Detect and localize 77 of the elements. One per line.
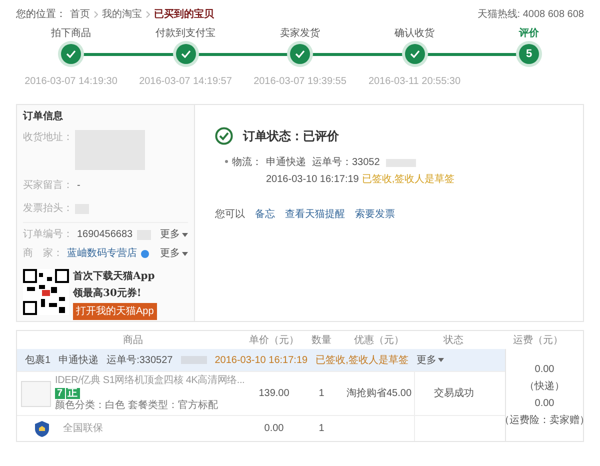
- status-cell: 交易成功: [414, 372, 493, 415]
- caret-icon: [182, 252, 188, 256]
- column-header: 状态: [442, 334, 464, 348]
- quantity-cell-text: 1: [318, 387, 326, 401]
- step-time: 2016-03-11 20:55:30: [368, 75, 461, 89]
- open-app-button[interactable]: 打开我的天猫App: [73, 303, 157, 320]
- field-label: 发票抬头：: [23, 202, 73, 216]
- logistics-time: 2016-03-10 16:17:19: [266, 173, 359, 187]
- redacted-block: [180, 356, 207, 364]
- step-time: 2016-03-07 14:19:30: [24, 75, 118, 89]
- chevron-icon: [146, 10, 150, 18]
- signed-text: 已签收,签收人是草签: [316, 354, 408, 368]
- chevron-icon: [94, 10, 98, 18]
- shield-icon: [35, 420, 49, 436]
- more-link[interactable]: 更多: [160, 246, 188, 261]
- step-label: 确认收货: [394, 27, 434, 40]
- redacted-block: [386, 158, 416, 166]
- step-time: 2016-03-07 14:19:57: [139, 75, 232, 89]
- action-link[interactable]: 查看天猫提醒: [285, 207, 345, 222]
- hotline-text: 天猫热线: 4008 608 608: [477, 8, 584, 22]
- column-header: 优惠（元）: [353, 334, 405, 348]
- breadcrumb-link[interactable]: 首页: [70, 6, 90, 22]
- service-name: 全国联保: [63, 422, 103, 436]
- more-link[interactable]: 更多: [416, 352, 444, 368]
- column-header: 数量: [310, 334, 332, 348]
- step-label: 评价: [519, 26, 539, 40]
- product-image: [21, 380, 51, 406]
- price-cell-text: 0.00: [263, 422, 285, 436]
- breadcrumb-label: 您的位置：: [16, 8, 66, 22]
- field-value: -: [77, 179, 80, 193]
- step-label: 卖家发货: [280, 26, 320, 40]
- action-link[interactable]: 索要发票: [355, 207, 395, 222]
- panel-title: 订单信息: [23, 110, 64, 124]
- product-attributes: 颜色分类：白色 套餐类型：官方标配: [55, 400, 218, 412]
- price-cell-text: 139.00: [258, 387, 290, 401]
- order-number: 1690456683: [77, 228, 133, 242]
- bullet-icon: [225, 160, 228, 163]
- actions-label: 您可以: [215, 208, 245, 222]
- discount-cell-text: 淘抢购省45.00: [345, 386, 413, 401]
- shipping-fee-text: （运费险：卖家赠）: [500, 414, 590, 428]
- step-time: 2016-03-07 19:39:55: [254, 75, 346, 89]
- seller-link[interactable]: 蓝岫数码专营店: [67, 246, 137, 261]
- caret-icon: [182, 232, 188, 236]
- service-tag: 7: [55, 388, 65, 399]
- column-header: 单价（元）: [249, 334, 299, 348]
- field-label: 买家留言：: [23, 178, 73, 193]
- shipping-fee-text: （快递）: [524, 380, 564, 394]
- promo-text: 首次下载天猫App: [73, 270, 156, 284]
- action-link[interactable]: 备忘: [255, 207, 275, 222]
- step-label: 拍下商品: [51, 26, 91, 40]
- package-time: 2016-03-10 16:17:19: [214, 354, 308, 368]
- field-label: 收货地址：: [23, 130, 73, 145]
- package-waybill: 运单号:330527: [106, 354, 173, 368]
- column-header: 运费（元）: [512, 334, 564, 348]
- breadcrumb-link[interactable]: 已买到的宝贝: [154, 6, 214, 22]
- order-status-title: 订单状态：已评价: [243, 128, 339, 145]
- qr-code-icon: [23, 269, 69, 315]
- package-carrier: 申通快递: [58, 354, 99, 368]
- promo-text: 领最高30元券!: [73, 286, 142, 301]
- caret-icon: [438, 358, 444, 362]
- shipping-fee-text: 0.00: [534, 363, 554, 377]
- logistics-label: 物流：: [232, 156, 262, 170]
- step-label: 付款到支付宝: [156, 26, 216, 40]
- column-header: 商品: [122, 334, 144, 348]
- step-number: 5: [519, 44, 539, 64]
- package-name: 包裹1: [25, 354, 51, 368]
- signed-text: 已签收,签收人是草签: [362, 172, 455, 187]
- field-label: 商 家：: [23, 246, 63, 261]
- quantity-cell-text: 1: [318, 422, 326, 436]
- shipping-fee-text: 0.00: [534, 397, 554, 411]
- field-label: 订单编号：: [23, 228, 73, 242]
- check-circle-icon: [215, 127, 233, 145]
- service-tag: 正: [66, 388, 80, 399]
- waybill-text: 运单号：33052: [312, 156, 380, 170]
- breadcrumb-link[interactable]: 我的淘宝: [102, 6, 142, 22]
- carrier-text: 申通快递: [266, 156, 306, 170]
- more-link[interactable]: 更多: [160, 227, 188, 242]
